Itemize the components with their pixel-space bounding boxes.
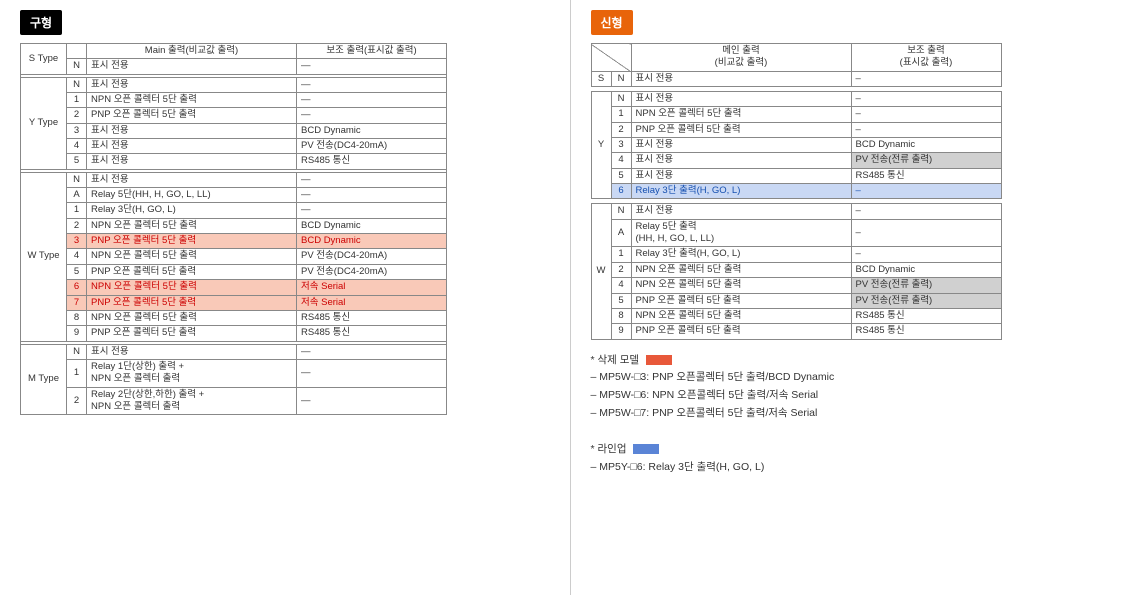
notes-added-title: * 라인업 [591, 441, 1121, 459]
swatch-red-icon [646, 355, 672, 365]
badge-old: 구형 [20, 10, 62, 35]
table-row: 3표시 전용BCD Dynamic [21, 123, 447, 138]
table-row: ARelay 5단(HH, H, GO, L, LL)— [21, 188, 447, 203]
table-row: 5PNP 오픈 콜렉터 5단 출력PV 전송(DC4-20mA) [21, 264, 447, 279]
table-old: S Type Main 출력(비교값 출력) 보조 출력(표시값 출력) N 표… [20, 43, 447, 415]
notes-deleted-item: – MP5W-□7: PNP 오픈콜렉터 5단 출력/저속 Serial [591, 405, 1121, 423]
table-row: 2Relay 2단(상한,하한) 출력 + NPN 오픈 콜렉터 출력— [21, 387, 447, 415]
table-row: 4표시 전용PV 전송(전류 출력) [591, 153, 1001, 168]
notes-section: * 삭제 모델 – MP5W-□3: PNP 오픈콜렉터 5단 출력/BCD D… [591, 352, 1121, 477]
table-row-deleted: 6NPN 오픈 콜렉터 5단 출력저속 Serial [21, 280, 447, 295]
table-row-added: 6Relay 3단 출력(H, GO, L)– [591, 184, 1001, 199]
table-row: 1Relay 3단 출력(H, GO, L)– [591, 247, 1001, 262]
panel-new: 신형 메인 출력 (비교값 출력) 보조 출력 (표시값 출력) S N 표시 … [571, 0, 1140, 595]
table-row: ARelay 5단 출력 (HH, H, GO, L, LL)– [591, 219, 1001, 247]
sub-header: 보조 출력 (표시값 출력) [851, 44, 1001, 72]
badge-new: 신형 [591, 10, 633, 35]
table-row: 8NPN 오픈 콜렉터 5단 출력RS485 통신 [21, 310, 447, 325]
table-row: 4표시 전용PV 전송(DC4-20mA) [21, 139, 447, 154]
table-row: 1NPN 오픈 콜렉터 5단 출력– [591, 107, 1001, 122]
table-row: 1Relay 1단(상한) 출력 + NPN 오픈 콜렉터 출력— [21, 359, 447, 387]
type-header-y: Y Type [21, 77, 67, 169]
table-row: 5표시 전용RS485 통신 [21, 154, 447, 169]
table-header-row: 메인 출력 (비교값 출력) 보조 출력 (표시값 출력) [591, 44, 1001, 72]
table-new-w: W N 표시 전용 – ARelay 5단 출력 (HH, H, GO, L, … [591, 203, 1002, 339]
table-row: 4NPN 오픈 콜렉터 5단 출력PV 전송(DC4-20mA) [21, 249, 447, 264]
diagonal-header [591, 44, 631, 72]
swatch-blue-icon [633, 444, 659, 454]
table-row: 9PNP 오픈 콜렉터 5단 출력RS485 통신 [591, 324, 1001, 339]
table-row: 2PNP 오픈 콜렉터 5단 출력— [21, 108, 447, 123]
type-header-s: S Type [21, 44, 67, 75]
notes-deleted-item: – MP5W-□6: NPN 오픈콜렉터 5단 출력/저속 Serial [591, 387, 1121, 405]
table-row: 1NPN 오픈 콜렉터 5단 출력— [21, 93, 447, 108]
notes-deleted-item: – MP5W-□3: PNP 오픈콜렉터 5단 출력/BCD Dynamic [591, 369, 1121, 387]
table-row: S N 표시 전용 – [591, 71, 1001, 86]
table-row: N 표시 전용 — [21, 59, 447, 74]
table-row: 5PNP 오픈 콜렉터 5단 출력PV 전송(전류 출력) [591, 293, 1001, 308]
table-row-deleted: 3PNP 오픈 콜렉터 5단 출력BCD Dynamic [21, 234, 447, 249]
table-row: 8NPN 오픈 콜렉터 5단 출력RS485 통신 [591, 308, 1001, 323]
table-new: 메인 출력 (비교값 출력) 보조 출력 (표시값 출력) S N 표시 전용 … [591, 43, 1002, 87]
table-row: Y Type N 표시 전용 — [21, 77, 447, 92]
main-header: Main 출력(비교값 출력) [87, 44, 297, 59]
table-row: Y N 표시 전용 – [591, 92, 1001, 107]
type-header-w: W Type [21, 172, 67, 341]
table-row: 2NPN 오픈 콜렉터 5단 출력BCD Dynamic [591, 262, 1001, 277]
table-row: 3표시 전용BCD Dynamic [591, 138, 1001, 153]
table-new-y: Y N 표시 전용 – 1NPN 오픈 콜렉터 5단 출력– 2PNP 오픈 콜… [591, 91, 1002, 199]
table-row: W Type N 표시 전용 — [21, 172, 447, 187]
main-header: 메인 출력 (비교값 출력) [631, 44, 851, 72]
notes-added-item: – MP5Y-□6: Relay 3단 출력(H, GO, L) [591, 459, 1121, 477]
table-row: 1Relay 3단(H, GO, L)— [21, 203, 447, 218]
table-row: 4NPN 오픈 콜렉터 5단 출력PV 전송(전류 출력) [591, 278, 1001, 293]
table-row-deleted: 7PNP 오픈 콜렉터 5단 출력저속 Serial [21, 295, 447, 310]
table-row: 2NPN 오픈 콜렉터 5단 출력BCD Dynamic [21, 218, 447, 233]
notes-deleted-title: * 삭제 모델 [591, 352, 1121, 370]
table-header-row: S Type Main 출력(비교값 출력) 보조 출력(표시값 출력) [21, 44, 447, 59]
panel-old: 구형 S Type Main 출력(비교값 출력) 보조 출력(표시값 출력) … [0, 0, 570, 595]
table-row: 9PNP 오픈 콜렉터 5단 출력RS485 통신 [21, 326, 447, 341]
type-header-m: M Type [21, 344, 67, 415]
table-row: W N 표시 전용 – [591, 204, 1001, 219]
table-row: 5표시 전용RS485 통신 [591, 168, 1001, 183]
table-row: 2PNP 오픈 콜렉터 5단 출력– [591, 122, 1001, 137]
sub-header: 보조 출력(표시값 출력) [297, 44, 447, 59]
table-row: M Type N 표시 전용 — [21, 344, 447, 359]
